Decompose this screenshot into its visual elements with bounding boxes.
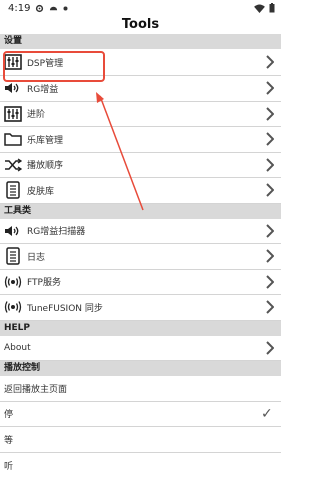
chevron-right-icon [263,158,277,172]
broadcast-icon [3,273,23,291]
broadcast-icon [3,298,23,316]
status-time: 4:19 [8,2,31,14]
menu-item-label: 等 [4,435,14,446]
menu-item-rg-scanner[interactable]: RG增益扫描器 [0,218,281,244]
menu-item-tunefusion[interactable]: TuneFUSION 同步 [0,295,281,321]
menu-item-label: 进阶 [27,110,46,121]
speaker-icon [3,222,23,240]
menu-item-about[interactable]: About [0,335,281,361]
highlight-box [3,51,105,82]
chevron-right-icon [263,132,277,146]
chevron-right-icon [263,300,277,314]
menu-item-label: 返回播放主页面 [4,384,68,395]
chevron-right-icon [263,249,277,263]
menu-item-back-to-player[interactable]: 返回播放主页面 [0,376,281,402]
wifi-icon [254,3,265,13]
menu-item-play-order[interactable]: 播放顺序 [0,152,281,178]
menu-item-label: 日志 [27,252,46,263]
menu-item-label: 停 [4,410,14,421]
menu-item-stop[interactable]: 停 ✓ [0,401,281,427]
menu-item-ftp[interactable]: FTP服务 [0,269,281,295]
list-icon [3,247,23,265]
menu-item-log[interactable]: 日志 [0,244,281,270]
chevron-right-icon [263,55,277,69]
menu-item-label: 听 [4,461,14,472]
shuffle-icon [3,156,23,174]
menu-item-listen[interactable]: 听 [0,452,281,478]
menu-item-label: RG增益扫描器 [27,227,86,238]
chevron-right-icon [263,341,277,355]
menu-item-wait[interactable]: 等 [0,427,281,453]
android-icon [50,6,58,10]
menu-item-label: About [4,342,31,353]
page-title: Tools [121,17,160,32]
status-bar: 4:19 [0,0,281,16]
chevron-right-icon [263,275,277,289]
battery-icon [269,3,275,13]
chevron-right-icon [263,224,277,238]
section-header-playback: 播放控制 [0,361,281,376]
section-header-tools: 工具类 [0,203,281,219]
menu-item-label: 皮肤库 [27,186,55,197]
folder-icon [3,130,23,148]
menu-item-library[interactable]: 乐库管理 [0,127,281,153]
settings-gear-icon [36,4,44,12]
dot-icon [63,6,68,10]
chevron-right-icon [263,183,277,197]
list-icon [3,181,23,199]
menu-item-advanced[interactable]: 进阶 [0,101,281,127]
menu-item-label: TuneFUSION 同步 [27,303,103,314]
equalizer-icon [3,105,23,123]
section-header-help: HELP [0,320,281,336]
chevron-right-icon [263,107,277,121]
menu-item-label: 乐库管理 [27,135,64,146]
menu-item-label: FTP服务 [27,278,61,289]
chevron-right-icon [263,81,277,95]
menu-item-skins[interactable]: 皮肤库 [0,178,281,204]
menu-item-label: 播放顺序 [27,161,64,172]
menu-item-label: RG增益 [27,84,59,95]
section-header-settings: 设置 [0,34,281,49]
checkmark-icon: ✓ [261,405,273,422]
